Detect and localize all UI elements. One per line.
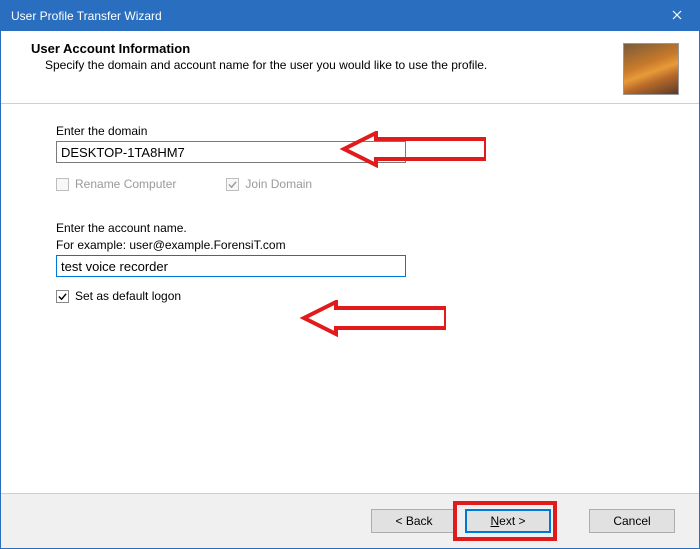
checkbox-box xyxy=(56,290,69,303)
checkbox-box xyxy=(226,178,239,191)
rename-computer-label: Rename Computer xyxy=(75,177,176,191)
title-bar: User Profile Transfer Wizard xyxy=(1,1,699,31)
join-domain-label: Join Domain xyxy=(245,177,312,191)
wizard-body: Enter the domain Rename Computer Join Do… xyxy=(1,104,699,493)
back-button-label: < Back xyxy=(395,514,432,528)
window-title: User Profile Transfer Wizard xyxy=(11,9,162,23)
back-button[interactable]: < Back xyxy=(371,509,457,533)
annotation-arrow-account xyxy=(256,300,446,340)
close-button[interactable] xyxy=(654,1,699,31)
wizard-window: User Profile Transfer Wizard User Accoun… xyxy=(0,0,700,549)
wizard-banner-image xyxy=(623,43,679,95)
domain-input[interactable] xyxy=(56,141,406,163)
default-logon-checkbox[interactable]: Set as default logon xyxy=(56,289,181,303)
account-block: Enter the account name. For example: use… xyxy=(56,221,649,277)
account-label-line2: For example: user@example.ForensiT.com xyxy=(56,238,649,252)
cancel-button[interactable]: Cancel xyxy=(589,509,675,533)
annotation-next-highlight xyxy=(453,501,557,541)
domain-options-row: Rename Computer Join Domain xyxy=(56,177,649,191)
header-text: User Account Information Specify the dom… xyxy=(31,41,487,74)
rename-computer-checkbox: Rename Computer xyxy=(56,177,176,191)
checkbox-box xyxy=(56,178,69,191)
domain-label: Enter the domain xyxy=(56,124,649,138)
account-name-input[interactable] xyxy=(56,255,406,277)
check-icon xyxy=(58,292,67,301)
join-domain-checkbox: Join Domain xyxy=(226,177,312,191)
default-logon-row: Set as default logon xyxy=(56,289,649,304)
cancel-button-label: Cancel xyxy=(613,514,650,528)
close-icon xyxy=(672,9,682,23)
header-subtitle: Specify the domain and account name for … xyxy=(45,58,487,74)
wizard-footer: < Back Next > Cancel xyxy=(1,493,699,548)
default-logon-label: Set as default logon xyxy=(75,289,181,303)
header-title: User Account Information xyxy=(31,41,487,56)
wizard-header: User Account Information Specify the dom… xyxy=(1,31,699,104)
check-icon xyxy=(228,180,237,189)
account-label-line1: Enter the account name. xyxy=(56,221,649,235)
